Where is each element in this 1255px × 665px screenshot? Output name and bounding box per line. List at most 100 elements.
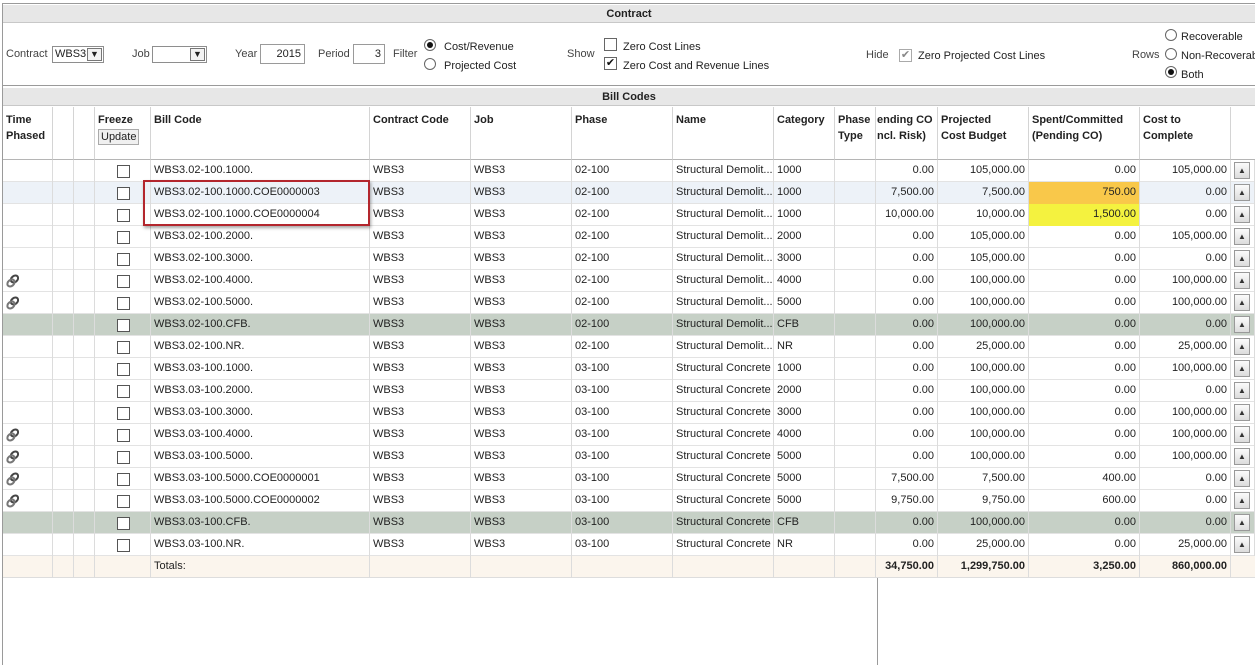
scroll-up-arrow-icon[interactable]: ▲ xyxy=(1234,294,1250,311)
cell-freeze[interactable] xyxy=(95,160,151,182)
cell-freeze[interactable] xyxy=(95,336,151,358)
cell-freeze[interactable] xyxy=(95,358,151,380)
scroll-up-arrow-icon[interactable]: ▲ xyxy=(1234,206,1250,223)
table-row[interactable]: WBS3.03-100.5000.COE0000002 WBS3 WBS3 03-10… xyxy=(3,490,1255,512)
table-row[interactable]: WBS3.02-100.1000. WBS3 WBS3 02-100 Structura… xyxy=(3,160,1255,182)
scroll-up-arrow-icon[interactable]: ▲ xyxy=(1234,536,1250,553)
rows-recoverable-radio[interactable] xyxy=(1165,29,1177,41)
cell-freeze[interactable] xyxy=(95,490,151,512)
table-row[interactable]: WBS3.03-100.CFB. WBS3 WBS3 03-100 Structural… xyxy=(3,512,1255,534)
scroll-up-arrow-icon[interactable]: ▲ xyxy=(1234,228,1250,245)
cell-freeze[interactable] xyxy=(95,314,151,336)
filter-projected-cost-radio[interactable] xyxy=(424,58,436,70)
table-row[interactable]: WBS3.03-100.NR. WBS3 WBS3 03-100 Structural … xyxy=(3,534,1255,556)
freeze-checkbox[interactable] xyxy=(117,209,130,222)
freeze-checkbox[interactable] xyxy=(117,407,130,420)
link-chain-icon[interactable] xyxy=(6,450,20,464)
table-row[interactable]: WBS3.03-100.4000. WBS3 WBS3 03-100 Structura… xyxy=(3,424,1255,446)
filter-cost-revenue-radio[interactable] xyxy=(424,39,436,51)
update-button[interactable]: Update xyxy=(98,129,140,145)
cell-freeze[interactable] xyxy=(95,292,151,314)
col-projected-cost[interactable]: Projected Cost Budget xyxy=(938,107,1029,160)
show-zero-cost-revenue-checkbox[interactable]: ✔ xyxy=(604,57,617,70)
table-row[interactable]: WBS3.02-100.1000.COE0000003 WBS3 WBS3 02-10… xyxy=(3,182,1255,204)
cell-freeze[interactable] xyxy=(95,204,151,226)
col-contract-code[interactable]: Contract Code xyxy=(370,107,471,160)
scroll-up-arrow-icon[interactable]: ▲ xyxy=(1234,404,1250,421)
cell-freeze[interactable] xyxy=(95,534,151,556)
link-chain-icon[interactable] xyxy=(6,472,20,486)
hide-zero-projected-checkbox[interactable]: ✔ xyxy=(899,49,912,62)
col-spent-committed[interactable]: Spent/Committed (Pending CO) xyxy=(1029,107,1140,160)
table-row[interactable]: WBS3.02-100.CFB. WBS3 WBS3 02-100 Structural… xyxy=(3,314,1255,336)
job-select[interactable]: ▼ xyxy=(152,46,207,63)
scroll-up-arrow-icon[interactable]: ▲ xyxy=(1234,184,1250,201)
table-row[interactable]: WBS3.03-100.5000.COE0000001 WBS3 WBS3 03-10… xyxy=(3,468,1255,490)
col-name[interactable]: Name xyxy=(673,107,774,160)
table-row[interactable]: WBS3.03-100.5000. WBS3 WBS3 03-100 Structura… xyxy=(3,446,1255,468)
freeze-checkbox[interactable] xyxy=(117,275,130,288)
table-row[interactable]: WBS3.03-100.2000. WBS3 WBS3 03-100 Structura… xyxy=(3,380,1255,402)
col-category[interactable]: Category xyxy=(774,107,835,160)
link-chain-icon[interactable] xyxy=(6,428,20,442)
scroll-up-arrow-icon[interactable]: ▲ xyxy=(1234,382,1250,399)
cell-freeze[interactable] xyxy=(95,248,151,270)
table-row[interactable]: WBS3.02-100.1000.COE0000004 WBS3 WBS3 02-10… xyxy=(3,204,1255,226)
freeze-checkbox[interactable] xyxy=(117,363,130,376)
link-chain-icon[interactable] xyxy=(6,274,20,288)
table-row[interactable]: WBS3.02-100.2000. WBS3 WBS3 02-100 Structura… xyxy=(3,226,1255,248)
col-pending-co[interactable]: ending CO ncl. Risk) xyxy=(876,107,938,160)
cell-freeze[interactable] xyxy=(95,182,151,204)
table-row[interactable]: WBS3.02-100.4000. WBS3 WBS3 02-100 Structura… xyxy=(3,270,1255,292)
freeze-checkbox[interactable] xyxy=(117,297,130,310)
freeze-checkbox[interactable] xyxy=(117,539,130,552)
year-input[interactable]: 2015 xyxy=(260,44,305,64)
cell-freeze[interactable] xyxy=(95,380,151,402)
freeze-checkbox[interactable] xyxy=(117,517,130,530)
scroll-up-arrow-icon[interactable]: ▲ xyxy=(1234,250,1250,267)
freeze-checkbox[interactable] xyxy=(117,187,130,200)
freeze-checkbox[interactable] xyxy=(117,385,130,398)
cell-freeze[interactable] xyxy=(95,226,151,248)
scroll-up-arrow-icon[interactable]: ▲ xyxy=(1234,162,1250,179)
freeze-checkbox[interactable] xyxy=(117,319,130,332)
table-row[interactable]: WBS3.02-100.3000. WBS3 WBS3 02-100 Structura… xyxy=(3,248,1255,270)
freeze-checkbox[interactable] xyxy=(117,429,130,442)
scroll-up-arrow-icon[interactable]: ▲ xyxy=(1234,492,1250,509)
freeze-checkbox[interactable] xyxy=(117,451,130,464)
col-bill-code[interactable]: Bill Code xyxy=(151,107,370,160)
link-chain-icon[interactable] xyxy=(6,494,20,508)
scroll-up-arrow-icon[interactable]: ▲ xyxy=(1234,338,1250,355)
freeze-checkbox[interactable] xyxy=(117,231,130,244)
scroll-up-arrow-icon[interactable]: ▲ xyxy=(1234,272,1250,289)
scroll-up-arrow-icon[interactable]: ▲ xyxy=(1234,316,1250,333)
col-time-phased[interactable]: Time Phased xyxy=(3,107,53,160)
period-input[interactable]: 3 xyxy=(353,44,385,64)
freeze-checkbox[interactable] xyxy=(117,495,130,508)
table-row[interactable]: WBS3.02-100.5000. WBS3 WBS3 02-100 Structura… xyxy=(3,292,1255,314)
col-job[interactable]: Job xyxy=(471,107,572,160)
scroll-up-arrow-icon[interactable]: ▲ xyxy=(1234,426,1250,443)
rows-both-radio[interactable] xyxy=(1165,66,1177,78)
scroll-up-arrow-icon[interactable]: ▲ xyxy=(1234,360,1250,377)
show-zero-cost-checkbox[interactable] xyxy=(604,38,617,51)
col-cost-to-complete[interactable]: Cost to Complete xyxy=(1140,107,1231,160)
cell-freeze[interactable] xyxy=(95,446,151,468)
rows-non-recoverable-radio[interactable] xyxy=(1165,48,1177,60)
cell-freeze[interactable] xyxy=(95,468,151,490)
table-row[interactable]: WBS3.03-100.1000. WBS3 WBS3 03-100 Structura… xyxy=(3,358,1255,380)
scroll-up-arrow-icon[interactable]: ▲ xyxy=(1234,514,1250,531)
freeze-checkbox[interactable] xyxy=(117,165,130,178)
cell-freeze[interactable] xyxy=(95,424,151,446)
cell-freeze[interactable] xyxy=(95,402,151,424)
scroll-up-arrow-icon[interactable]: ▲ xyxy=(1234,448,1250,465)
table-row[interactable]: WBS3.02-100.NR. WBS3 WBS3 02-100 Structural … xyxy=(3,336,1255,358)
col-phase-type[interactable]: Phase Type xyxy=(835,107,876,160)
col-freeze[interactable]: Freeze Update xyxy=(95,107,151,160)
col-phase[interactable]: Phase xyxy=(572,107,673,160)
freeze-checkbox[interactable] xyxy=(117,473,130,486)
link-chain-icon[interactable] xyxy=(6,296,20,310)
freeze-checkbox[interactable] xyxy=(117,253,130,266)
cell-freeze[interactable] xyxy=(95,512,151,534)
freeze-checkbox[interactable] xyxy=(117,341,130,354)
